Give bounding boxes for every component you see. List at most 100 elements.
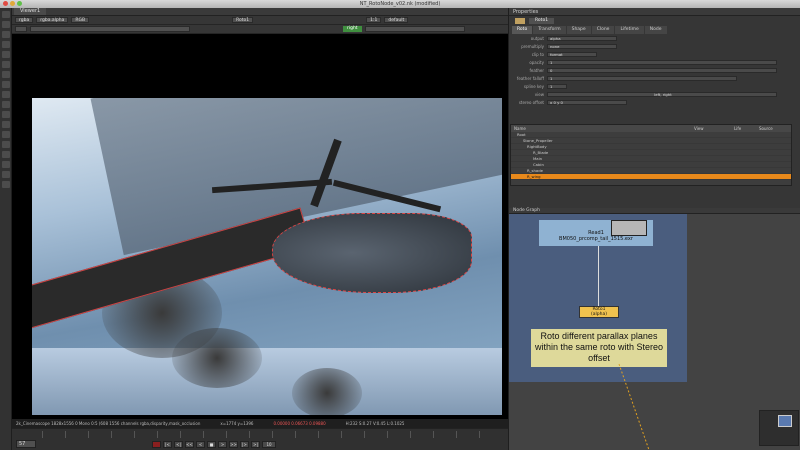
frame-field[interactable]: 57 [16, 440, 36, 448]
tab-roto[interactable]: Roto [512, 26, 533, 34]
sticky-note[interactable]: Roto different parallax planes within th… [531, 329, 667, 367]
read-backdrop[interactable]: Read1 BM050_prcomp_tail_1515.exr [539, 220, 653, 246]
play-back-button[interactable]: < [196, 441, 205, 448]
clip-to-combo[interactable]: format [547, 51, 597, 57]
play-button[interactable]: > [218, 441, 227, 448]
node-color-chip[interactable] [515, 18, 525, 24]
timeline[interactable]: 57 |< <| << < ■ > >> |> >| 10 [12, 428, 508, 450]
bezier-tool-icon[interactable] [2, 31, 10, 38]
bspline-tool-icon[interactable] [2, 41, 10, 48]
viewer-canvas[interactable] [12, 34, 508, 419]
viewer-toolbar-2: right [12, 25, 508, 34]
play-last-button[interactable]: >| [251, 441, 260, 448]
stereo-offset-row: stereo offset x 0 y 0 [509, 98, 800, 106]
step-field[interactable]: 10 [262, 441, 276, 448]
tab-viewer1[interactable]: Viewer1 [14, 8, 47, 15]
read-to-roto-pipe [598, 246, 599, 306]
blur-tool-icon[interactable] [2, 111, 10, 118]
gain-slider[interactable] [30, 26, 190, 32]
node-name-field[interactable]: Roto1 [529, 18, 555, 24]
transform-tool-icon[interactable] [2, 21, 10, 28]
play-first-button[interactable]: |< [163, 441, 172, 448]
view-combo[interactable]: left, right [547, 91, 777, 97]
colorspace-combo[interactable]: RGB [71, 17, 90, 23]
sharpen-tool-icon[interactable] [2, 121, 10, 128]
close-window-button[interactable] [3, 1, 8, 6]
clone-tool-icon[interactable] [2, 91, 10, 98]
tab-clone[interactable]: Clone [591, 26, 615, 34]
tab-shape[interactable]: Shape [566, 26, 591, 34]
viewer-panel: Viewer1 rgba rgba.alpha RGB Roto1 1:1 de… [12, 8, 508, 450]
channel-combo[interactable]: rgba.alpha [36, 17, 69, 23]
stereo-right-button[interactable]: right [343, 26, 362, 32]
tree-item-r-wing[interactable]: R_wing [511, 174, 791, 180]
spline-key-row: spline key 1 [509, 82, 800, 90]
ellipse-tool-icon[interactable] [2, 51, 10, 58]
dodge-tool-icon[interactable] [2, 141, 10, 148]
select-tool-icon[interactable] [2, 11, 10, 18]
feather-row: feather 0 [509, 66, 800, 74]
reveal-tool-icon[interactable] [2, 101, 10, 108]
node-graph-panel: Node Graph Read1 BM050_prcomp_tail_1515.… [508, 208, 800, 450]
tab-lifetime[interactable]: Lifetime [615, 26, 644, 34]
output-row: output alpha [509, 34, 800, 42]
lut-combo[interactable]: default [384, 17, 409, 23]
zoom-window-button[interactable] [17, 1, 22, 6]
properties-title: Properties [509, 8, 800, 16]
smear-tool-icon[interactable] [2, 131, 10, 138]
read-node-label: Read1 BM050_prcomp_tail_1515.exr [559, 230, 633, 242]
color-tool-icon[interactable] [2, 171, 10, 178]
stereo-offset-field[interactable]: x 0 y 0 [547, 99, 627, 105]
feather-falloff-field[interactable]: 1 [547, 75, 737, 81]
play-next-key-button[interactable]: |> [240, 441, 249, 448]
properties-tabs: Roto Transform Shape Clone Lifetime Node [509, 26, 800, 34]
plate-image [32, 98, 502, 415]
spline-key-field[interactable]: 1 [547, 83, 567, 89]
output-combo[interactable]: alpha [547, 35, 617, 41]
burn-tool-icon[interactable] [2, 151, 10, 158]
playback-controls: |< <| << < ■ > >> |> >| 10 [152, 441, 276, 448]
sea-shape [32, 348, 502, 415]
node-graph-minimap[interactable] [759, 410, 799, 446]
smoke-plume-3 [292, 368, 362, 415]
opacity-field[interactable]: 1 [547, 59, 777, 65]
stop-button[interactable]: ■ [207, 441, 216, 448]
clip-to-row: clip to format [509, 50, 800, 58]
tab-transform[interactable]: Transform [533, 26, 566, 34]
backdrop[interactable]: Read1 BM050_prcomp_tail_1515.exr Roto1 (… [509, 214, 687, 382]
info-values: 0.00000 0.06673 0.09880 [273, 421, 326, 426]
timeline-ruler[interactable] [42, 431, 502, 438]
opacity-row: opacity 1 [509, 58, 800, 66]
node-combo[interactable]: Roto1 [232, 17, 254, 23]
window-titlebar: NT_RotoNode_v02.nk (modified) [0, 0, 800, 8]
play-rewind-button[interactable]: << [185, 441, 194, 448]
record-button[interactable] [152, 441, 161, 448]
premultiply-combo[interactable]: none [547, 43, 617, 49]
eraser-tool-icon[interactable] [2, 81, 10, 88]
play-forward-button[interactable]: >> [229, 441, 238, 448]
roto-shape-tree[interactable]: Name View Life Source Root Stone_Propell… [510, 124, 792, 186]
rectangle-tool-icon[interactable] [2, 61, 10, 68]
zoom-combo[interactable]: 1:1 [366, 17, 382, 23]
window-title: NT_RotoNode_v02.nk (modified) [359, 1, 441, 7]
roto-node[interactable]: Roto1 (alpha) [579, 306, 619, 318]
viewer-tabbar: Viewer1 [12, 8, 508, 16]
viewer-toolbar: rgba rgba.alpha RGB Roto1 1:1 default [12, 16, 508, 25]
info-coords: x=1774 y=1396 [220, 421, 254, 426]
brush-tool-icon[interactable] [2, 71, 10, 78]
premultiply-row: premultiply none [509, 42, 800, 50]
paint-tool-icon[interactable] [2, 161, 10, 168]
info-format: 2k_Cinemascope 1828x1556 0 Mono 0:5 (608… [16, 421, 201, 426]
feather-field[interactable]: 0 [547, 67, 777, 73]
tab-node[interactable]: Node [644, 26, 667, 34]
settings-tool-icon[interactable] [2, 181, 10, 188]
aircraft-fuselage-roto-shape[interactable] [272, 213, 472, 293]
exposure-field[interactable] [15, 26, 27, 32]
play-prev-key-button[interactable]: <| [174, 441, 183, 448]
input-combo[interactable]: rgba [15, 17, 34, 23]
feather-falloff-row: feather falloff 1 [509, 74, 800, 82]
gamma-slider[interactable] [364, 26, 465, 32]
node-graph-canvas[interactable]: Read1 BM050_prcomp_tail_1515.exr Roto1 (… [509, 214, 800, 450]
view-row: view left, right [509, 90, 800, 98]
minimize-window-button[interactable] [10, 1, 15, 6]
